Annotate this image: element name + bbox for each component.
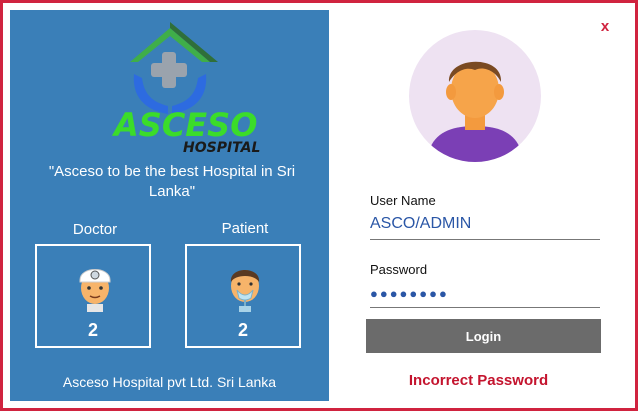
patient-card[interactable]: 2 [185,244,301,348]
username-label: User Name [370,193,436,208]
patient-icon [230,270,260,312]
footer-text: Asceso Hospital pvt Ltd. Sri Lanka [62,374,277,390]
error-message: Incorrect Password [408,372,549,389]
doctor-label: Doctor [72,221,118,238]
logo-wordmark: ASCESO [114,106,258,144]
username-input[interactable]: ASCO/ADMIN [370,215,600,240]
doctor-count: 2 [87,320,98,340]
tagline: "Asceso to be the best Hospital in Sri L… [48,163,296,200]
logo-subtitle: HOSPITAL [183,140,261,156]
branding-panel: ASCESO HOSPITAL "Asceso to be the best H… [10,10,329,401]
close-button[interactable]: x [598,18,612,36]
patient-count: 2 [237,320,248,340]
password-label: Password [370,262,428,277]
login-button[interactable]: Login [366,319,601,353]
patient-label: Patient [221,220,269,237]
login-panel: User Name ASCO/ADMIN Password ●●●●●●●● L… [329,10,628,401]
user-avatar-icon [409,30,541,162]
password-input[interactable]: ●●●●●●●● [370,286,600,308]
doctor-icon [79,269,111,312]
doctor-card[interactable]: 2 [35,244,151,348]
